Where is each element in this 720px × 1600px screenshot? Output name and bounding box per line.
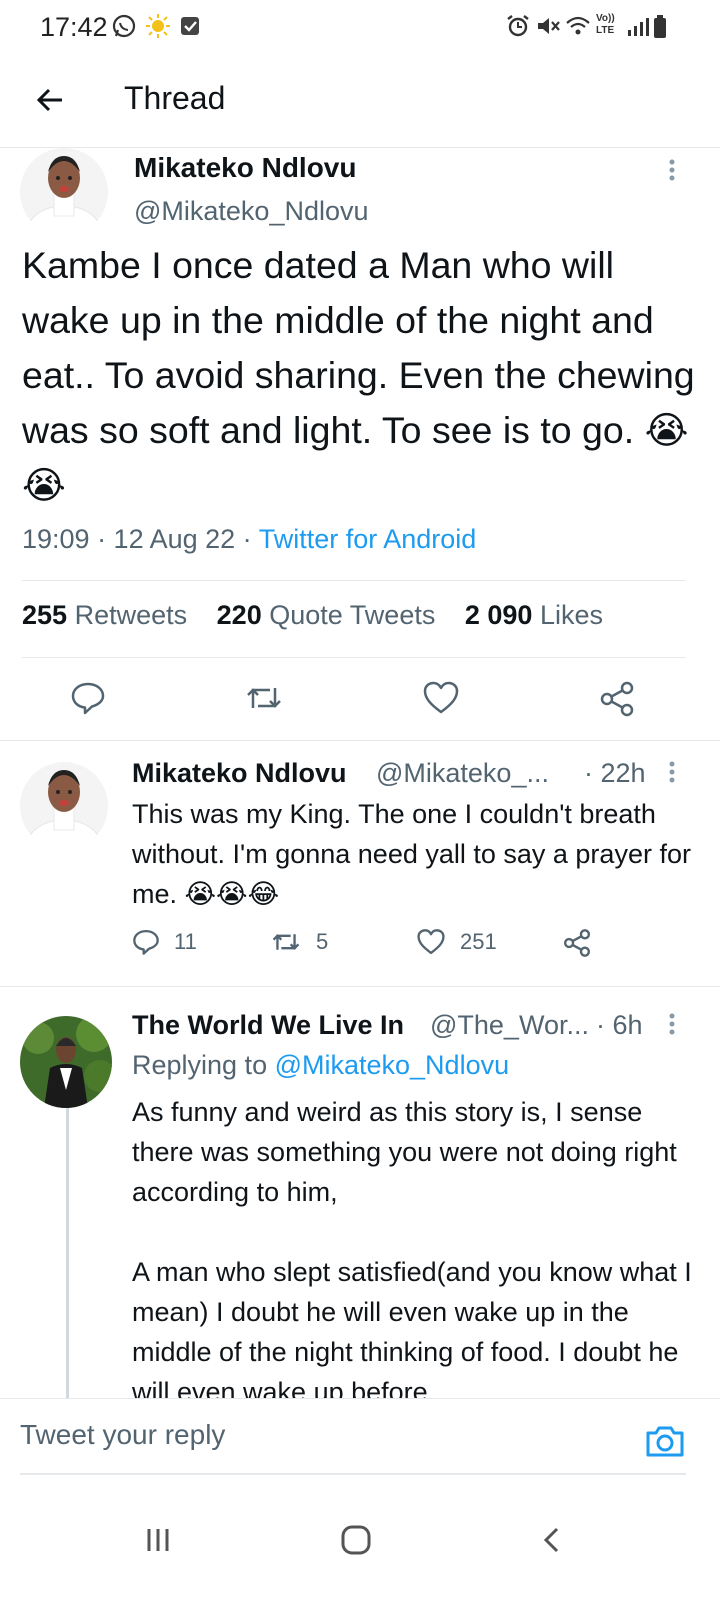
reply-count: 11	[174, 929, 197, 954]
divider	[0, 986, 720, 987]
author-photo	[20, 148, 108, 236]
sun-icon	[146, 14, 170, 38]
replying-to-link[interactable]: @Mikateko_Ndlovu	[275, 1050, 510, 1080]
share-icon	[600, 681, 634, 717]
composer-underline	[20, 1473, 686, 1475]
quote-tweets-stat[interactable]: 220 Quote Tweets	[217, 600, 436, 630]
status-time: 17:42	[40, 12, 108, 42]
tweet-reply-input[interactable]	[20, 1407, 580, 1463]
retweet-icon	[272, 934, 300, 950]
mute-icon	[538, 18, 560, 34]
author-handle[interactable]: @Mikateko_...	[376, 758, 549, 789]
divider	[0, 740, 720, 741]
share-button[interactable]	[562, 928, 592, 958]
chevron-left-icon	[543, 1527, 559, 1553]
author-photo	[20, 762, 108, 850]
home-icon	[341, 1525, 371, 1555]
retweet-button[interactable]: 5	[270, 928, 328, 956]
alarm-icon	[507, 15, 529, 37]
like-button[interactable]: 251	[416, 928, 497, 956]
tweet-text: A man who slept satisfied(and you know w…	[132, 1257, 692, 1398]
like-count: 251	[460, 929, 497, 954]
reply-button[interactable]	[70, 680, 106, 716]
like-button[interactable]	[422, 680, 460, 716]
retweet-icon	[247, 688, 281, 708]
more-options-icon[interactable]	[662, 150, 682, 190]
whatsapp-icon	[112, 14, 136, 38]
avatar[interactable]	[20, 1016, 112, 1108]
tweet-timestamp: 19:09 · 12 Aug 22 ·	[22, 524, 259, 554]
replying-to-label: Replying to	[132, 1050, 275, 1080]
volte-icon: Vo)) LTE	[596, 13, 615, 36]
tweet-age: · 6h	[596, 1010, 643, 1040]
retweets-stat[interactable]: 255 Retweets	[22, 600, 187, 630]
retweet-button[interactable]	[244, 680, 284, 716]
tweet-meta: 19:09 · 12 Aug 22 · Twitter for Android	[22, 524, 476, 555]
share-button[interactable]	[598, 680, 636, 718]
tweet-text: As funny and weird as this story is, I s…	[132, 1097, 677, 1207]
recent-apps-icon	[147, 1529, 169, 1551]
wifi-icon	[566, 16, 590, 35]
home-button[interactable]	[326, 1510, 386, 1570]
avatar[interactable]	[20, 762, 108, 850]
reply-button[interactable]: 11	[132, 928, 197, 956]
battery-icon	[654, 15, 666, 38]
recent-apps-button[interactable]	[128, 1510, 188, 1570]
checkbox-icon	[181, 17, 199, 35]
more-options-icon[interactable]	[662, 1004, 682, 1044]
android-nav-bar	[0, 1480, 720, 1600]
status-bar: 17:42 Vo)) LTE	[0, 0, 720, 56]
tweet-text: This was my King. The one I couldn't bre…	[132, 799, 691, 909]
author-handle[interactable]: @The_Wor...	[430, 1010, 589, 1041]
nav-back-button[interactable]	[522, 1510, 582, 1570]
avatar[interactable]	[20, 148, 108, 236]
tweet-source-link[interactable]: Twitter for Android	[259, 524, 477, 554]
reply-icon	[133, 929, 159, 955]
page-title: Thread	[124, 80, 226, 116]
divider	[22, 657, 686, 658]
author-photo	[20, 1016, 112, 1108]
reply-icon	[71, 682, 105, 715]
back-button[interactable]	[28, 78, 72, 122]
more-options-icon[interactable]	[662, 752, 682, 792]
tweet-age: · 22h	[584, 758, 646, 788]
tweet-text: Kambe I once dated a Man who will wake u…	[22, 244, 695, 506]
author-name[interactable]: Mikateko Ndlovu	[132, 758, 347, 789]
retweet-count: 5	[316, 929, 329, 954]
replying-to: Replying to @Mikateko_Ndlovu	[132, 1050, 509, 1081]
camera-icon[interactable]	[644, 1421, 686, 1461]
thread-header: Thread	[0, 56, 720, 148]
share-icon	[563, 929, 591, 957]
heart-icon	[417, 929, 445, 955]
arrow-left-icon	[36, 88, 62, 112]
divider	[22, 580, 686, 581]
thread-line	[66, 1108, 69, 1398]
author-name[interactable]: The World We Live In	[132, 1010, 404, 1041]
tweet-stats: 255 Retweets 220 Quote Tweets 2 090 Like…	[22, 600, 625, 631]
likes-stat[interactable]: 2 090 Likes	[465, 600, 603, 630]
author-name[interactable]: Mikateko Ndlovu	[134, 152, 356, 184]
heart-icon	[423, 681, 459, 714]
author-handle[interactable]: @Mikateko_Ndlovu	[134, 196, 369, 227]
reply-composer	[0, 1398, 720, 1478]
